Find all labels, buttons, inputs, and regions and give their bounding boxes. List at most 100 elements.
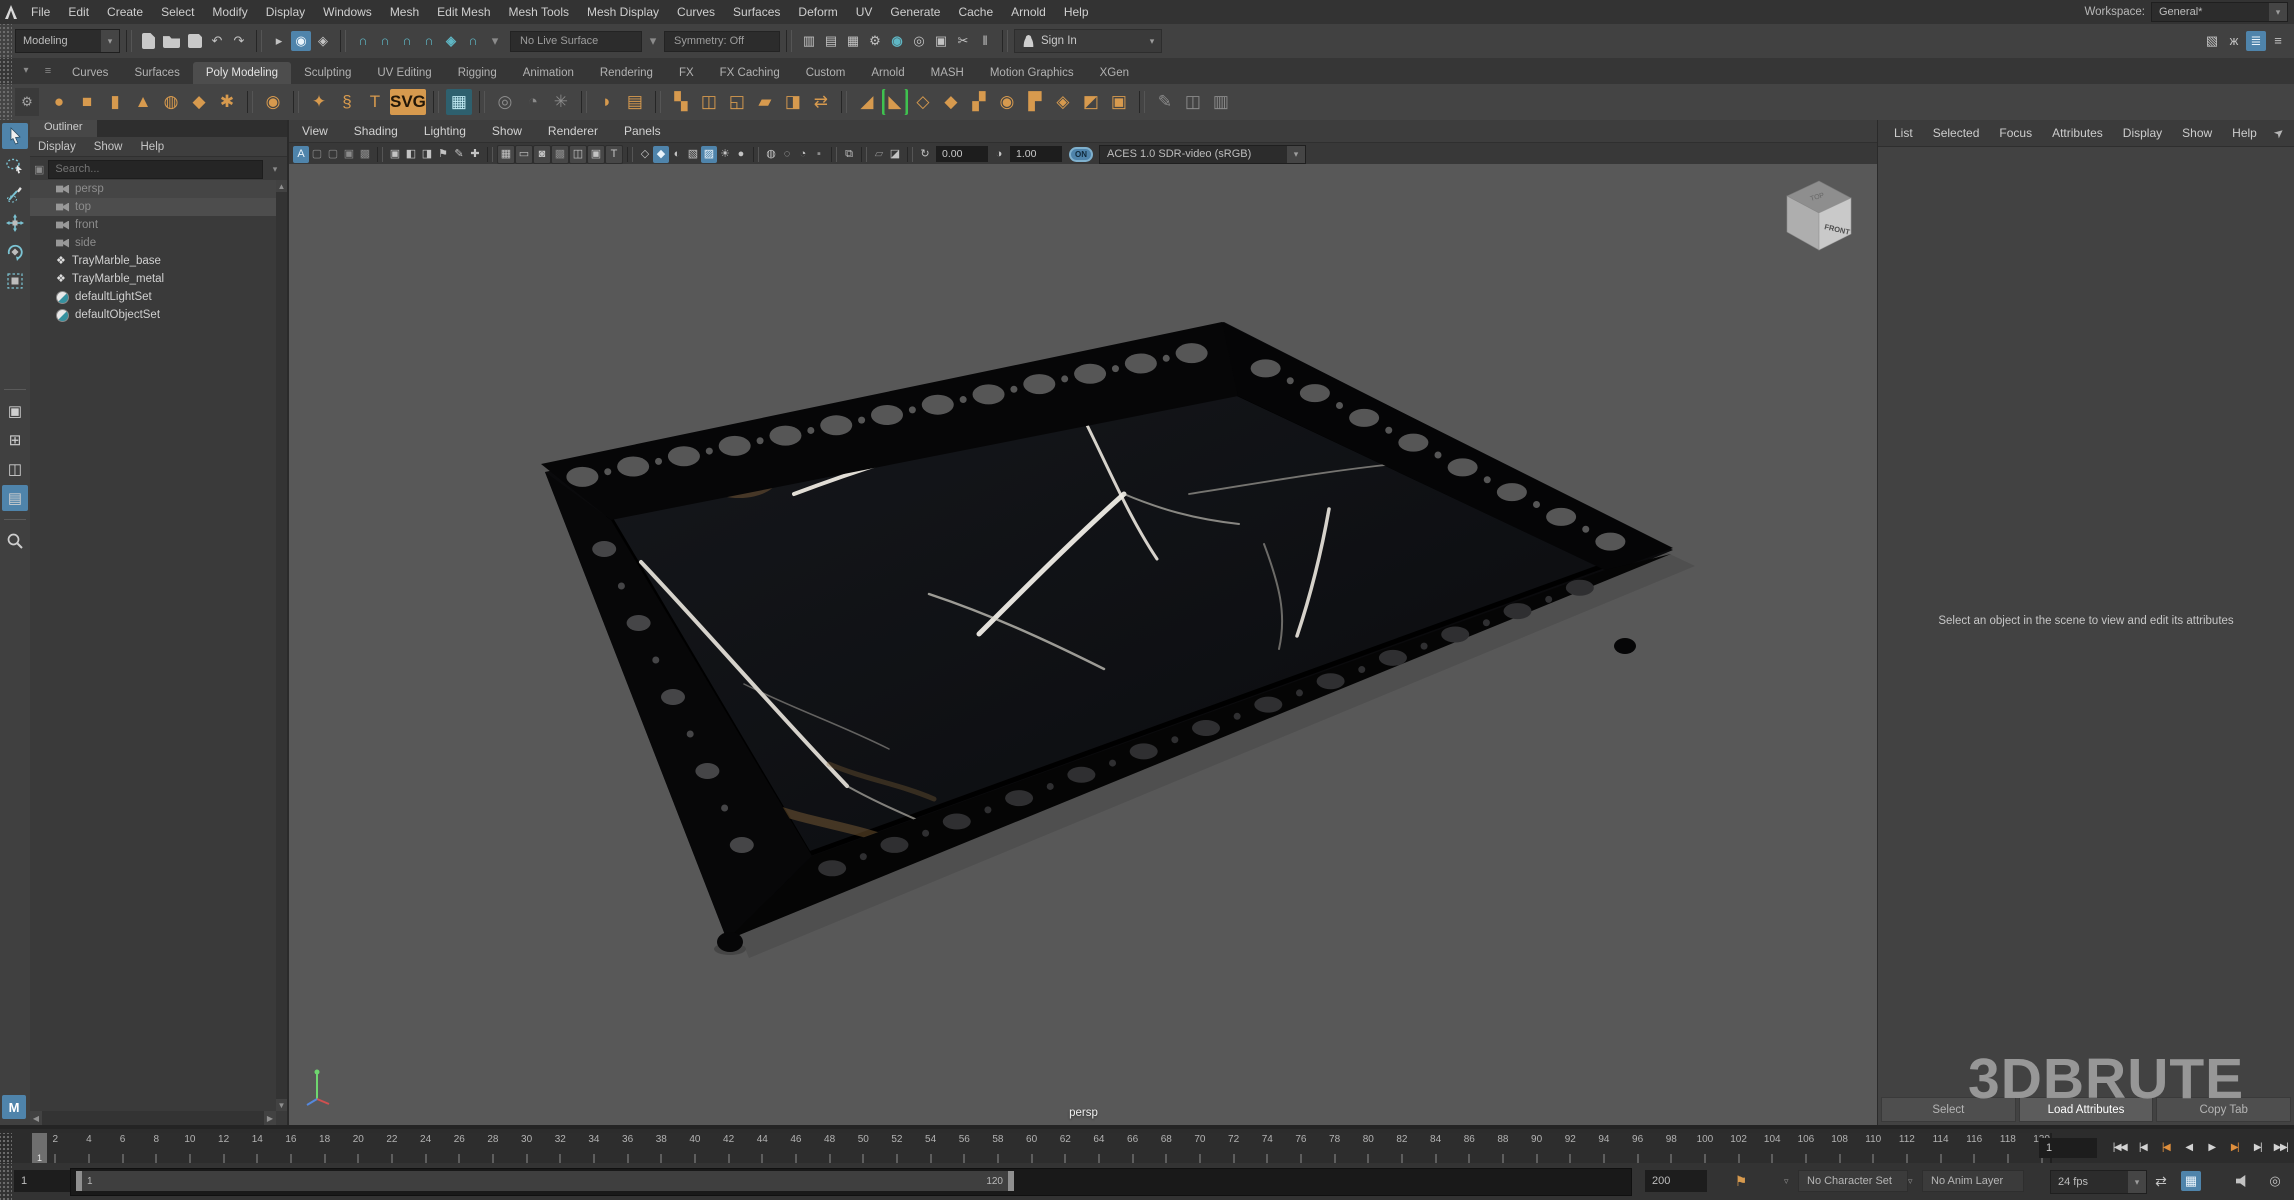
- menu-curves[interactable]: Curves: [668, 0, 724, 24]
- outliner-tab[interactable]: Outliner: [30, 120, 97, 137]
- poly-torus-icon[interactable]: ◍: [158, 89, 184, 115]
- live-surface-field[interactable]: No Live Surface: [510, 31, 642, 52]
- type-tool-icon[interactable]: T: [362, 89, 388, 115]
- select-hierarchy-icon[interactable]: ▸: [269, 31, 289, 51]
- camera-bookmark-icon[interactable]: ◨: [419, 146, 435, 163]
- separate-icon[interactable]: ◫: [696, 89, 722, 115]
- menu-modify[interactable]: Modify: [203, 0, 256, 24]
- menu-file[interactable]: File: [22, 0, 59, 24]
- viewport-menu-view[interactable]: View: [289, 124, 341, 138]
- snap-view-plane-icon[interactable]: ◈: [441, 31, 461, 51]
- smooth-shade-icon[interactable]: ◆: [653, 146, 669, 163]
- exposure-field[interactable]: 0.00: [936, 146, 988, 162]
- shadows-icon[interactable]: ●: [733, 146, 749, 163]
- split-pane-layout-icon[interactable]: ◫: [2, 456, 28, 482]
- project-curve-icon[interactable]: ▣: [1106, 89, 1132, 115]
- fps-dropdown[interactable]: 24 fps: [2050, 1170, 2147, 1194]
- image-plane-icon[interactable]: ✎: [451, 146, 467, 163]
- poly-cone-icon[interactable]: ▲: [130, 89, 156, 115]
- drag-grip[interactable]: [0, 1133, 12, 1163]
- combine-icon[interactable]: ▚: [668, 89, 694, 115]
- poly-cylinder-icon[interactable]: ▮: [102, 89, 128, 115]
- ae-menu-show[interactable]: Show: [2172, 126, 2222, 140]
- loop-toggle-icon[interactable]: ⇄: [2150, 1170, 2172, 1192]
- menu-cache[interactable]: Cache: [949, 0, 1002, 24]
- redo-icon[interactable]: ↷: [229, 31, 249, 51]
- wireframe-on-shaded-icon[interactable]: ▨: [701, 146, 717, 163]
- exposure-icon[interactable]: ↻: [917, 146, 933, 163]
- shelf-editor-icon[interactable]: ≡: [38, 61, 58, 81]
- multi-cut-icon[interactable]: ✎: [1152, 89, 1178, 115]
- ae-menu-attributes[interactable]: Attributes: [2042, 126, 2113, 140]
- copy-tab-button[interactable]: Copy Tab: [2156, 1097, 2291, 1122]
- scroll-right-icon[interactable]: ▶: [264, 1111, 276, 1125]
- outliner-item-front[interactable]: front: [30, 216, 276, 234]
- select-object-icon[interactable]: ◉: [291, 31, 311, 51]
- play-backwards-button[interactable]: ◀: [2177, 1137, 2200, 1159]
- animation-clip-icon[interactable]: ▦: [2180, 1170, 2202, 1192]
- textured-icon[interactable]: ▧: [685, 146, 701, 163]
- ipr-render-icon[interactable]: ▦: [843, 31, 863, 51]
- shelf-tab-uv-editing[interactable]: UV Editing: [364, 62, 444, 84]
- outliner-vertical-scrollbar[interactable]: ▲ ▼: [276, 180, 287, 1111]
- poly-cube-icon[interactable]: ■: [74, 89, 100, 115]
- undo-icon[interactable]: ↶: [207, 31, 227, 51]
- scroll-up-icon[interactable]: ▲: [276, 180, 287, 192]
- current-frame-field[interactable]: 1: [2039, 1138, 2097, 1158]
- shelf-tab-poly-modeling[interactable]: Poly Modeling: [193, 62, 291, 84]
- poke-icon[interactable]: ◈: [1050, 89, 1076, 115]
- mute-audio-icon[interactable]: [2236, 1170, 2251, 1192]
- gate-off-icon[interactable]: ▢: [309, 146, 325, 163]
- zero-transform-icon[interactable]: ✳: [548, 89, 574, 115]
- ae-menu-selected[interactable]: Selected: [1923, 126, 1990, 140]
- menu-mesh[interactable]: Mesh: [381, 0, 428, 24]
- move-tool[interactable]: [2, 210, 28, 236]
- append-polygon-icon[interactable]: ▞: [966, 89, 992, 115]
- extrude-icon[interactable]: ◢: [854, 89, 880, 115]
- outliner-item-persp[interactable]: persp: [30, 180, 276, 198]
- shelf-tab-animation[interactable]: Animation: [510, 62, 587, 84]
- make-live-icon[interactable]: ∩: [463, 31, 483, 51]
- outliner-item-side[interactable]: side: [30, 234, 276, 252]
- xray-joints-icon[interactable]: ◌: [779, 146, 795, 163]
- animation-end-field[interactable]: 200: [1645, 1170, 1707, 1192]
- separator[interactable]: [340, 30, 346, 52]
- center-pivot-icon[interactable]: ◔: [520, 89, 546, 115]
- shelf-menu-icon[interactable]: ▾: [16, 61, 36, 81]
- extract-icon[interactable]: ◱: [724, 89, 750, 115]
- range-end-handle[interactable]: [1008, 1171, 1014, 1191]
- separator[interactable]: [256, 30, 262, 52]
- menu-create[interactable]: Create: [98, 0, 152, 24]
- search-input[interactable]: [48, 160, 263, 179]
- menu-uv[interactable]: UV: [847, 0, 882, 24]
- lookdevx-icon[interactable]: ◎: [909, 31, 929, 51]
- outliner-horizontal-scrollbar[interactable]: ◀ ▶: [30, 1111, 276, 1125]
- mirror-icon[interactable]: ◨: [780, 89, 806, 115]
- render-frame-icon[interactable]: ▤: [821, 31, 841, 51]
- bookmark-icon[interactable]: ⚑: [435, 146, 451, 163]
- menu-surfaces[interactable]: Surfaces: [724, 0, 789, 24]
- modeling-toolkit-grid-icon[interactable]: ▦: [446, 89, 472, 115]
- resolution-gate-icon[interactable]: ▣: [341, 146, 357, 163]
- occlusion-icon[interactable]: ◔: [795, 146, 811, 163]
- zoom-select-icon[interactable]: [2, 528, 28, 554]
- isolate-select-icon[interactable]: ⧉: [841, 146, 857, 163]
- lights-icon[interactable]: ☀: [717, 146, 733, 163]
- snap-grid-icon[interactable]: ∩: [353, 31, 373, 51]
- channel-box-icon[interactable]: ≡: [2268, 31, 2288, 51]
- render-settings-icon[interactable]: ⚙: [865, 31, 885, 51]
- go-to-start-button[interactable]: |◀◀: [2108, 1137, 2131, 1159]
- ae-menu-list[interactable]: List: [1884, 126, 1923, 140]
- gear-icon[interactable]: ⚙: [15, 88, 39, 116]
- sign-in-dropdown[interactable]: Sign In: [1014, 29, 1162, 53]
- step-forward-key-button[interactable]: ▶|: [2223, 1137, 2246, 1159]
- poly-plane-icon[interactable]: ◆: [186, 89, 212, 115]
- menu-set-dropdown[interactable]: Modeling: [15, 29, 120, 53]
- lasso-select-tool[interactable]: [2, 152, 28, 178]
- curve-warp-icon[interactable]: §: [334, 89, 360, 115]
- current-frame-marker[interactable]: 1: [32, 1133, 47, 1163]
- gate-mask-toggle-icon[interactable]: ▩: [551, 145, 569, 164]
- anim-layer-caret-icon[interactable]: ▿: [1908, 1170, 1913, 1192]
- character-controls-icon[interactable]: ж: [2224, 31, 2244, 51]
- menu-mesh-display[interactable]: Mesh Display: [578, 0, 668, 24]
